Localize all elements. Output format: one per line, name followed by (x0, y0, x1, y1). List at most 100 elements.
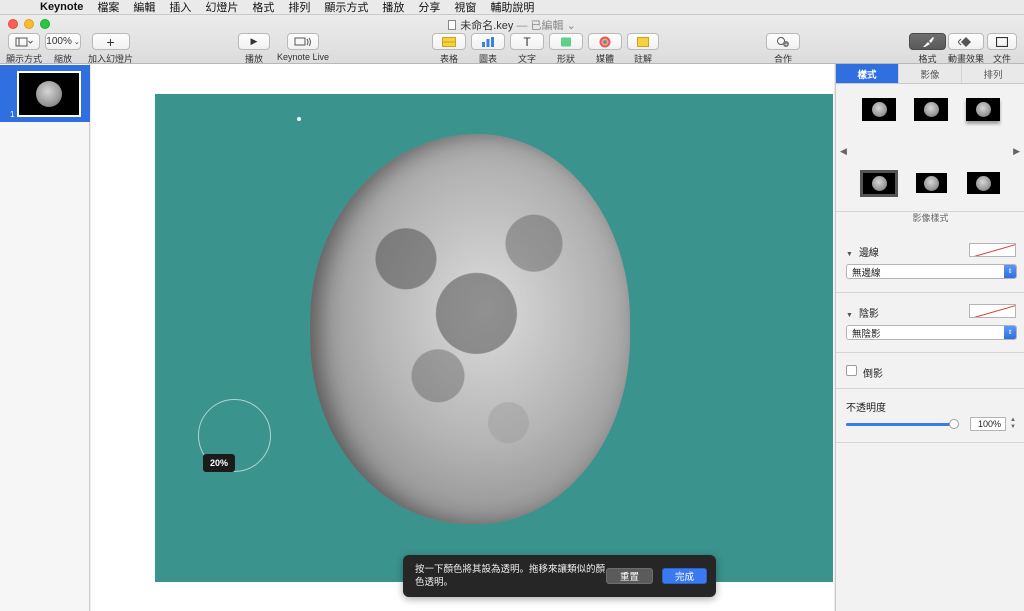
disclosure-triangle-icon: ▼ (846, 312, 853, 319)
image-style-6[interactable] (967, 172, 1000, 194)
image-style-5[interactable] (916, 173, 947, 193)
moon-style-icon (923, 102, 939, 117)
shadow-style-value: 無陰影 (852, 328, 881, 340)
moon-style-icon (976, 175, 991, 191)
shadow-color-swatch[interactable] (969, 304, 1016, 318)
zoom-select[interactable]: 100% ⌄ (45, 33, 81, 50)
menu-window[interactable]: 視窗 (454, 0, 476, 15)
menu-share[interactable]: 分享 (418, 0, 440, 15)
moon-image[interactable] (310, 134, 630, 524)
slide[interactable]: 20% (155, 94, 833, 582)
opacity-slider-knob[interactable] (949, 419, 959, 429)
add-slide-control: + 加入幻燈片 (88, 33, 133, 65)
collaborate-control: + 合作 (766, 33, 800, 65)
comment-button[interactable] (627, 33, 659, 50)
keynote-live-button[interactable] (287, 33, 320, 50)
shadow-heading[interactable]: ▼ 陰影 (846, 305, 879, 320)
collaborate-icon: + (777, 36, 789, 48)
text-button[interactable]: T (510, 33, 544, 50)
reset-button[interactable]: 重置 (606, 568, 653, 584)
document-inspector-icon (996, 36, 1008, 47)
select-arrows-icon: ⇕ (1004, 326, 1016, 339)
menu-format[interactable]: 格式 (252, 0, 274, 15)
menu-help[interactable]: 輔助說明 (490, 0, 534, 15)
tab-style[interactable]: 樣式 (836, 64, 899, 83)
opacity-slider[interactable] (846, 419, 959, 429)
chart-button[interactable] (471, 33, 505, 50)
done-button[interactable]: 完成 (662, 568, 707, 584)
media-button[interactable] (588, 33, 622, 50)
animate-icon (958, 36, 971, 47)
menu-edit[interactable]: 編輯 (133, 0, 155, 15)
slide-navigator: 1 (0, 64, 90, 611)
media-icon (599, 36, 611, 47)
border-heading[interactable]: ▼ 邊線 (846, 244, 879, 259)
menu-arrange[interactable]: 排列 (288, 0, 310, 15)
shadow-style-select[interactable]: 無陰影 ⇕ (846, 325, 1017, 340)
opacity-section: 不透明度 100% ▲ ▼ (836, 389, 1024, 443)
document-name: 未命名.key (460, 20, 514, 32)
view-button[interactable] (8, 33, 40, 50)
opacity-field[interactable]: 100% (970, 417, 1006, 431)
document-status[interactable]: — 已編輯 ⌄ (516, 20, 575, 32)
play-button[interactable]: ▶ (238, 33, 270, 50)
image-style-3[interactable] (966, 98, 1000, 121)
format-button[interactable] (909, 33, 946, 50)
chevron-right-icon[interactable]: ▶ (1013, 146, 1020, 157)
image-style-2[interactable] (914, 98, 948, 121)
image-style-1[interactable] (862, 98, 896, 121)
slide-thumbnail-image (17, 71, 81, 117)
moon-style-icon (924, 175, 939, 191)
zoom-control: 100% ⌄ 縮放 (45, 33, 81, 65)
window-toolbar: 未命名.key — 已編輯 ⌄ 顯示方式 100% ⌄ 縮放 + 加入幻燈片 ▶ … (0, 15, 1024, 64)
chart-control: 圖表 (471, 33, 505, 65)
format-control: 格式 (909, 33, 946, 65)
moon-style-icon (975, 102, 991, 117)
moon-thumbnail (36, 81, 62, 107)
image-style-4[interactable] (860, 170, 898, 197)
opacity-stepper-icon[interactable]: ▲ ▼ (1009, 417, 1017, 431)
menu-view[interactable]: 顯示方式 (324, 0, 368, 15)
shadow-label: 陰影 (858, 309, 879, 320)
shape-button[interactable] (549, 33, 583, 50)
image-styles-label: 影像樣式 (912, 213, 949, 223)
menu-keynote[interactable]: Keynote (40, 1, 83, 13)
reflection-checkbox[interactable] (846, 365, 857, 376)
keynote-live-control: Keynote Live (277, 33, 329, 62)
opacity-label: 不透明度 (846, 403, 886, 414)
media-control: 媒體 (588, 33, 622, 65)
image-styles-grid: ◀ ▶ 影像樣式 (836, 84, 1024, 223)
add-slide-button[interactable]: + (91, 33, 130, 50)
table-button[interactable] (432, 33, 466, 50)
menu-insert[interactable]: 插入 (169, 0, 191, 15)
shape-control: 形狀 (549, 33, 583, 65)
border-section: ▼ 邊線 無邊線 ⇕ (836, 233, 1024, 293)
play-control: ▶ 播放 (238, 33, 270, 65)
shape-icon (561, 37, 571, 46)
border-color-swatch[interactable] (969, 243, 1016, 257)
text-control: T 文字 (510, 33, 544, 65)
menu-slide[interactable]: 幻燈片 (205, 0, 238, 15)
document-button[interactable] (987, 33, 1017, 50)
border-style-select[interactable]: 無邊線 ⇕ (846, 264, 1017, 279)
collaborate-button[interactable]: + (766, 33, 800, 50)
comment-icon (637, 36, 649, 47)
chevron-left-icon[interactable]: ◀ (840, 146, 847, 157)
instant-alpha-message: 按一下顏色將其設為透明。拖移來讓類似的顏色透明。 (415, 564, 606, 588)
menu-file[interactable]: 檔案 (97, 0, 119, 15)
document-icon (448, 20, 457, 30)
tab-image[interactable]: 影像 (899, 64, 962, 83)
document-title: 未命名.key — 已編輯 ⌄ (0, 17, 1024, 33)
slide-thumbnail-1[interactable]: 1 (0, 65, 90, 122)
menu-play[interactable]: 播放 (382, 0, 404, 15)
alpha-percent-badge: 20% (203, 454, 235, 472)
tab-arrange[interactable]: 排列 (962, 64, 1024, 83)
opacity-slider-fill (846, 423, 956, 426)
reflection-section: 倒影 (836, 353, 1024, 389)
reflection-label: 倒影 (863, 369, 883, 380)
chevron-down-icon: ⌄ (73, 38, 80, 46)
document-control: 文件 (987, 33, 1017, 65)
animate-button[interactable] (948, 33, 984, 50)
paintbrush-icon (922, 36, 934, 47)
disclosure-triangle-icon: ▼ (846, 251, 853, 258)
